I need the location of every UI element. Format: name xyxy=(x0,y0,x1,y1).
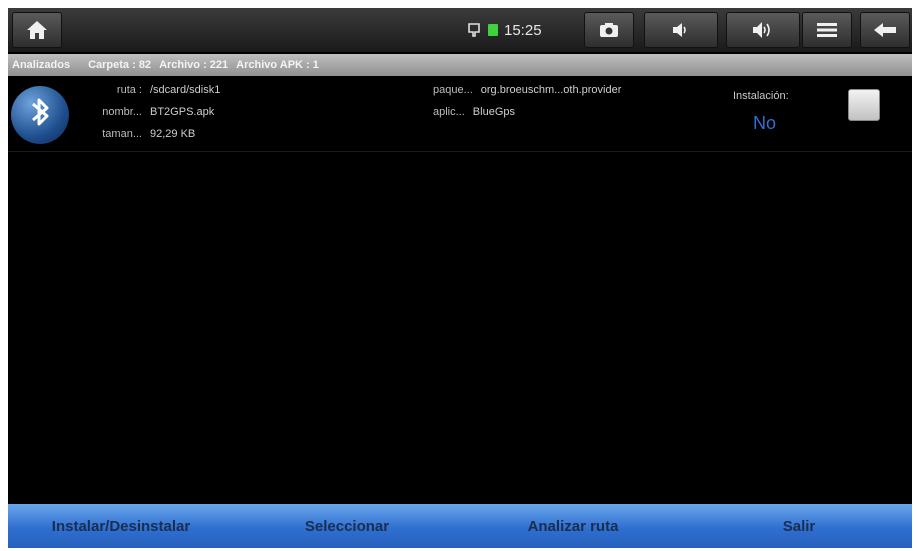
exit-button[interactable]: Salir xyxy=(686,518,912,535)
battery-icon xyxy=(488,24,498,36)
install-status-label: Instalación: xyxy=(733,90,789,102)
camera-icon xyxy=(599,22,619,38)
package-row: paque... org.broeuschm...oth.provider xyxy=(433,84,621,96)
apk-count: Archivo APK : 1 xyxy=(236,59,319,71)
volume-down-icon xyxy=(671,22,691,38)
analyze-path-button[interactable]: Analizar ruta xyxy=(460,518,686,535)
info-strip: Analizados Carpeta : 82 Archivo : 221 Ar… xyxy=(8,54,912,76)
status-area: 15:25 xyxy=(466,18,542,42)
action-bar: Instalar/Desinstalar Seleccionar Analiza… xyxy=(8,504,912,548)
screenshot-button[interactable] xyxy=(584,12,634,48)
bluetooth-app-icon xyxy=(11,86,69,144)
volume-down-button[interactable] xyxy=(644,12,718,48)
size-label: taman... xyxy=(102,128,142,140)
clock: 15:25 xyxy=(504,21,542,39)
package-label: paque... xyxy=(433,84,473,96)
app-row: aplic... BlueGps xyxy=(433,106,515,118)
android-screen: 15:25 Analizados Carpeta: 82 Archivo: … xyxy=(8,8,912,548)
name-value: BT2GPS.apk xyxy=(150,106,215,118)
home-button[interactable] xyxy=(12,12,62,48)
app-label: aplic... xyxy=(433,106,465,118)
volume-up-button[interactable] xyxy=(726,12,800,48)
size-row: taman... 92,29 KB xyxy=(72,128,195,140)
folder-count: Carpeta : 82 xyxy=(88,59,152,71)
install-status-value: No xyxy=(753,113,777,133)
select-button[interactable]: Seleccionar xyxy=(234,518,460,535)
back-button[interactable] xyxy=(860,12,910,48)
package-value: org.broeuschm...oth.provider xyxy=(480,84,622,96)
usb-icon xyxy=(466,21,482,39)
size-value: 92,29 KB xyxy=(150,128,196,140)
system-bar: 15:25 xyxy=(8,8,912,52)
app-value: BlueGps xyxy=(472,106,515,118)
name-label: nombr... xyxy=(102,106,142,118)
file-count: Archivo : 221 xyxy=(159,59,229,71)
path-value: /sdcard/sdisk1 xyxy=(150,84,221,96)
volume-up-icon xyxy=(751,21,775,39)
path-row: ruta : /sdcard/sdisk1 xyxy=(72,84,220,96)
home-icon xyxy=(25,19,49,41)
menu-icon xyxy=(816,21,838,39)
back-icon xyxy=(873,22,897,38)
select-checkbox[interactable] xyxy=(848,89,880,121)
apk-list-item[interactable]: ruta :/sdcard/sdisk1 nombr... BT2GPS.apk … xyxy=(8,79,912,152)
analyzed-label: Analizados xyxy=(12,59,71,71)
menu-button[interactable] xyxy=(802,12,852,48)
path-label: ruta : xyxy=(116,84,142,96)
name-row: nombr... BT2GPS.apk xyxy=(72,106,214,118)
install-uninstall-button[interactable]: Instalar/Desinstalar xyxy=(8,518,234,535)
